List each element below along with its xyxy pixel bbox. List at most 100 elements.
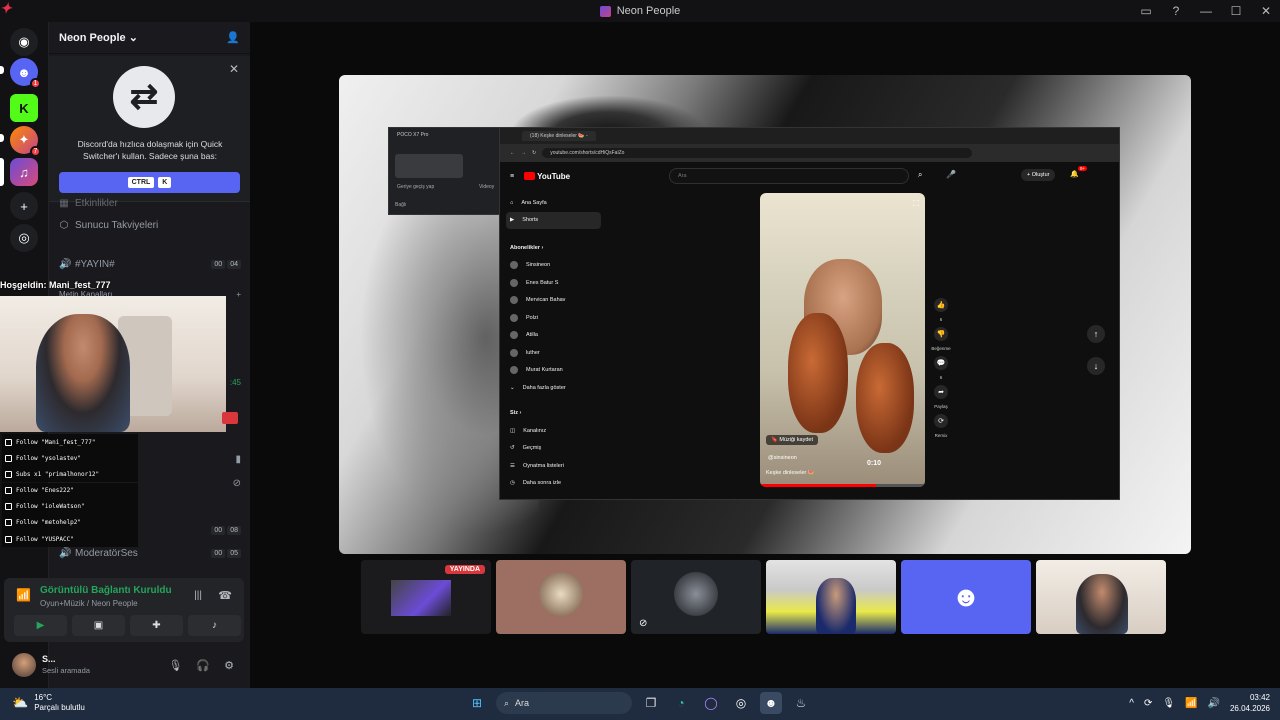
camera-button[interactable]: ▶ — [14, 615, 67, 636]
back-icon[interactable]: ← — [510, 150, 515, 156]
channel-events[interactable]: ▦ Etkinlikler — [59, 198, 241, 209]
voice-channel-path[interactable]: Oyun+Müzik / Neon People — [40, 599, 138, 608]
soundboard-button[interactable]: ♪ — [188, 615, 241, 636]
avatar[interactable] — [12, 653, 36, 677]
participant-tile-self[interactable] — [1036, 560, 1166, 634]
settings-gear-icon[interactable]: ⚙ — [224, 659, 234, 672]
subscriptions-header[interactable]: Abonelikler › — [506, 239, 601, 257]
quick-switcher-button[interactable]: CTRL K — [59, 172, 240, 193]
you-header[interactable]: Siz › — [506, 405, 601, 423]
arrow-down-icon[interactable]: ↓ — [1087, 357, 1105, 375]
forward-icon[interactable]: → — [521, 150, 526, 156]
inbox-icon[interactable]: ▭ — [1138, 4, 1154, 18]
mic-tray-icon[interactable]: 🎙 — [1162, 698, 1175, 709]
edge-icon[interactable]: ◔ — [670, 692, 692, 714]
create-button[interactable]: + Oluştur — [1021, 169, 1056, 181]
like-icon[interactable]: 👍 — [934, 298, 948, 312]
discord-taskbar-icon[interactable]: ☻ — [760, 692, 782, 714]
browser-tab[interactable]: (18) Keşke dinleseler 🍉 - — [522, 131, 596, 141]
sub-item[interactable]: luther — [506, 344, 601, 362]
short-channel[interactable]: @sinsineon — [768, 455, 797, 461]
sub-item[interactable]: Enes Batur S — [506, 274, 601, 292]
search-icon: ⌕ — [504, 697, 510, 708]
nav-shorts[interactable]: ▶ Shorts — [506, 211, 601, 229]
you-item[interactable]: ↺ Geçmiş — [506, 440, 601, 458]
voice-status[interactable]: Görüntülü Bağlantı Kuruldu — [40, 585, 172, 596]
youtube-logo[interactable]: YouTube — [524, 172, 570, 181]
add-member-icon[interactable]: 👤 — [226, 31, 240, 44]
you-item[interactable]: ☰ Oynatma listeleri — [506, 457, 601, 475]
chrome-icon[interactable]: ◎ — [730, 692, 752, 714]
bell-icon[interactable]: 🔔 — [1070, 170, 1079, 178]
participant-tile-2[interactable] — [496, 560, 626, 634]
server-header[interactable]: Neon People ⌄ 👤 — [49, 22, 250, 54]
phone-mirror-window[interactable]: POCO X7 Pro Geriye geçiş yap Videoy Bağl… — [388, 127, 500, 215]
headset-icon[interactable]: 🎧 — [196, 659, 210, 672]
noise-suppression-icon[interactable]: ||| — [194, 590, 202, 601]
save-music-button[interactable]: 🔖 Müziği kaydet — [766, 435, 819, 445]
sub-item[interactable]: Murat Kurtaran — [506, 362, 601, 380]
copilot-icon[interactable]: ◯ — [700, 692, 722, 714]
add-channel-icon[interactable]: + — [236, 290, 241, 299]
participant-tile-camera[interactable] — [766, 560, 896, 634]
maximize-button[interactable]: ☐ — [1228, 4, 1244, 18]
sub-item[interactable]: Mervican Bahav — [506, 292, 601, 310]
hamburger-icon[interactable]: ≡ — [510, 173, 514, 180]
nav-home[interactable]: ⌂ Ana Sayfa — [506, 194, 601, 212]
participant-tile-stream[interactable]: YAYINDA — [361, 560, 491, 634]
volume-icon[interactable]: 🔊 — [1208, 698, 1220, 709]
discover-compass-icon[interactable]: ◎ — [10, 224, 38, 252]
server-neon-people-icon[interactable]: ♫ — [10, 158, 38, 186]
arrow-up-icon[interactable]: ↑ — [1087, 325, 1105, 343]
dislike-icon[interactable]: 👎 — [934, 327, 948, 341]
search-icon[interactable]: ⌕ — [918, 170, 922, 180]
taskbar-search[interactable]: ⌕ Ara — [496, 692, 632, 714]
fullscreen-icon[interactable]: ⛶ — [913, 199, 919, 209]
participant-tile-discord[interactable]: ☻ — [901, 560, 1031, 634]
you-item[interactable]: ◫ Kanalınız — [506, 422, 601, 440]
sub-item[interactable]: Polzi — [506, 309, 601, 327]
screen-share-button[interactable]: ▣ — [72, 615, 125, 636]
steam-icon[interactable]: ♨ — [790, 692, 812, 714]
channel-moderator[interactable]: 🔊 ModeratörSes 00 05 — [59, 548, 241, 559]
show-more[interactable]: ⌄ Daha fazla göster — [506, 379, 601, 397]
share-icon[interactable]: ➦ — [934, 385, 948, 399]
clock[interactable]: 03:42 26.04.2026 — [1230, 692, 1270, 714]
user-panel: S... Sesli aramada 🎙 🎧 ⚙ — [4, 648, 244, 682]
add-server-icon[interactable]: + — [10, 192, 38, 220]
reload-icon[interactable]: ↻ — [532, 150, 536, 156]
help-icon[interactable]: ? — [1168, 4, 1184, 18]
sub-item[interactable]: Atilla — [506, 327, 601, 345]
youtube-search-input[interactable]: Ara — [669, 168, 909, 184]
url-input[interactable]: youtube.com/shorts/cdHiQsFalZo — [542, 148, 973, 158]
remix-icon[interactable]: ⟳ — [934, 414, 948, 428]
chevron-up-icon[interactable]: ^ — [1129, 698, 1134, 709]
activities-button[interactable]: ✚ — [130, 615, 183, 636]
windows-start-icon[interactable]: ⊞ — [466, 692, 488, 714]
close-icon[interactable]: ✕ — [229, 62, 239, 76]
close-window-button[interactable]: ✕ — [1258, 4, 1274, 18]
sub-item[interactable]: Sinsineon — [506, 257, 601, 275]
you-item[interactable]: ◷ Daha sonra izle — [506, 475, 601, 493]
channel-boosts[interactable]: ⬡ Sunucu Takviyeleri — [59, 220, 241, 231]
sync-icon[interactable]: ⟳ — [1144, 698, 1152, 709]
participant-tile-3[interactable]: ⊘ — [631, 560, 761, 634]
mic-icon[interactable]: 🎤 — [946, 170, 956, 179]
wifi-icon[interactable]: 📶 — [1185, 698, 1197, 709]
server-gaming-icon[interactable]: ✦ 7 — [10, 126, 41, 157]
shorts-player[interactable]: ⛶ 🔖 Müziği kaydet @sinsineon 0:10 Keşke … — [760, 193, 925, 487]
phone-tile[interactable] — [395, 154, 463, 178]
discord-home-icon[interactable]: ◉ — [10, 28, 38, 56]
task-view-icon[interactable]: ❐ — [640, 692, 662, 714]
weather-widget[interactable]: ⛅ 16°C Parçalı bulutlu — [12, 693, 85, 713]
channel-yayin[interactable]: 🔊 #YAYIN# 00 04 — [59, 259, 241, 270]
microphone-icon[interactable]: 🎙 — [168, 659, 182, 672]
server-kick-icon[interactable]: K — [10, 94, 38, 122]
focused-stream[interactable]: POCO X7 Pro Geriye geçiş yap Videoy Bağl… — [339, 75, 1191, 554]
server-discord-icon[interactable]: ☻ 1 — [10, 58, 41, 89]
minimize-button[interactable]: — — [1198, 4, 1214, 18]
browser-window[interactable]: (18) Keşke dinleseler 🍉 - ← → ↻ youtube.… — [499, 127, 1120, 500]
disconnect-icon[interactable]: ☎ — [218, 589, 232, 602]
comment-icon[interactable]: 💬 — [934, 356, 948, 370]
short-progress[interactable] — [760, 484, 925, 487]
